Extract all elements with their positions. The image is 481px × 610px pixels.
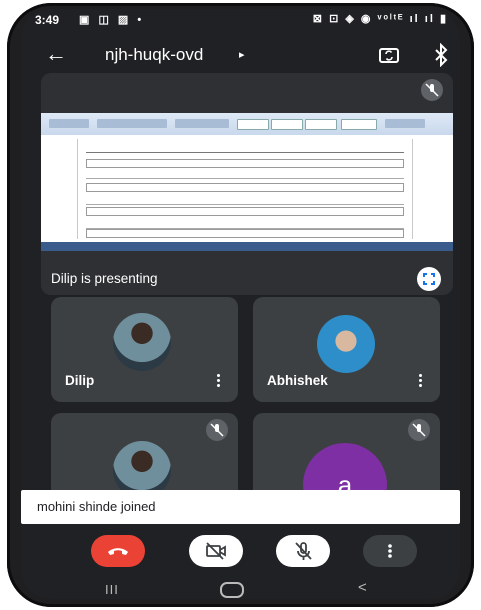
system-status-icons: ⊠ ⊡ ◈ ◉ ᵛᵒˡᵗᴱ ıl ıl ▮ <box>312 13 448 25</box>
more-options-button[interactable] <box>363 535 417 567</box>
home-icon[interactable] <box>220 582 244 598</box>
caret-right-icon[interactable]: ▸ <box>239 48 245 61</box>
meeting-code[interactable]: njh-huqk-ovd <box>105 45 203 65</box>
mic-off-icon <box>421 79 443 101</box>
avatar <box>317 315 375 373</box>
switch-camera-icon[interactable] <box>377 43 401 67</box>
windows-taskbar <box>41 242 453 251</box>
camera-toggle-button[interactable] <box>189 535 243 567</box>
mic-off-icon <box>408 419 430 441</box>
meet-screen: 3:49 ▣ ◫ ▨ • ⊠ ⊡ ◈ ◉ ᵛᵒˡᵗᴱ ıl ıl ▮ ← njh… <box>21 9 460 599</box>
presenting-label: Dilip is presenting <box>51 271 158 286</box>
notification-icons: ▣ ◫ ▨ • <box>79 14 145 26</box>
mic-off-icon <box>295 542 312 560</box>
word-ribbon <box>41 113 453 135</box>
toast-message: mohini shinde joined <box>37 499 156 514</box>
join-notification: mohini shinde joined <box>21 490 460 524</box>
more-vert-icon <box>388 544 392 558</box>
status-bar: 3:49 ▣ ◫ ▨ • ⊠ ⊡ ◈ ◉ ᵛᵒˡᵗᴱ ıl ıl ▮ <box>21 9 460 33</box>
android-nav-bar: III < <box>21 577 460 599</box>
presentation-tile[interactable]: Dilip is presenting <box>41 73 453 295</box>
end-call-button[interactable] <box>91 535 145 567</box>
recents-icon[interactable]: III <box>105 582 119 597</box>
participant-name: Abhishek <box>267 373 328 388</box>
status-time: 3:49 <box>35 13 60 27</box>
back-icon[interactable]: < <box>358 579 367 596</box>
mic-off-icon <box>206 419 228 441</box>
avatar <box>113 313 171 371</box>
more-options-icon[interactable] <box>216 374 222 388</box>
fullscreen-icon <box>423 273 435 285</box>
camera-off-icon <box>206 542 226 560</box>
hang-up-icon <box>108 548 128 555</box>
fullscreen-button[interactable] <box>417 267 441 291</box>
bluetooth-audio-icon[interactable] <box>431 43 451 67</box>
document-page <box>77 139 413 239</box>
participant-name: Dilip <box>65 373 95 388</box>
phone-frame: 3:49 ▣ ◫ ▨ • ⊠ ⊡ ◈ ◉ ᵛᵒˡᵗᴱ ıl ıl ▮ ← njh… <box>7 3 474 607</box>
back-arrow-icon[interactable]: ← <box>45 43 67 65</box>
top-bar: ← njh-huqk-ovd ▸ <box>21 37 460 73</box>
participant-tile-dilip[interactable]: Dilip <box>51 297 238 402</box>
mic-toggle-button[interactable] <box>276 535 330 567</box>
participant-tile-abhishek[interactable]: Abhishek <box>253 297 440 402</box>
shared-screen-document <box>41 113 453 251</box>
more-options-icon[interactable] <box>418 374 424 388</box>
